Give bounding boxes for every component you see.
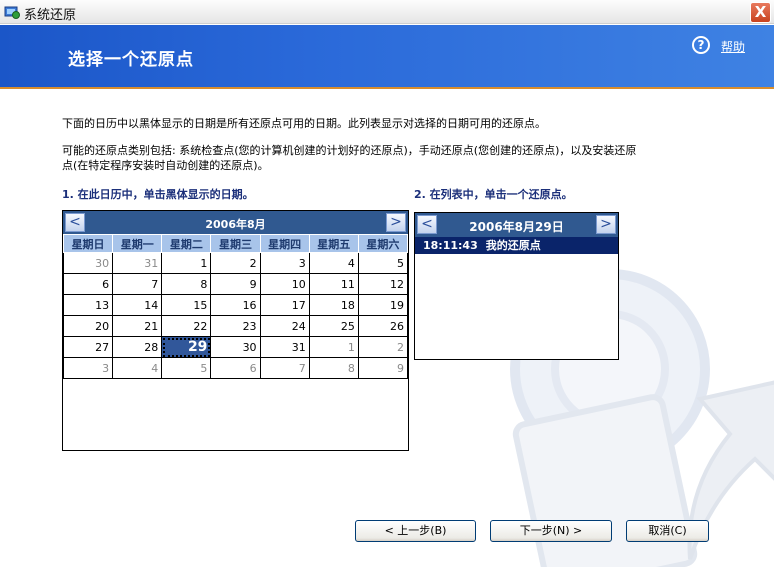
calendar-day[interactable]: 24 — [259, 315, 310, 337]
calendar-day-selected[interactable]: 29 — [161, 336, 212, 358]
calendar-day[interactable]: 1 — [308, 336, 359, 358]
calendar-day[interactable]: 5 — [161, 357, 212, 379]
calendar-day[interactable]: 22 — [161, 315, 212, 337]
calendar-day[interactable]: 30 — [62, 252, 114, 274]
calendar-day[interactable]: 4 — [112, 357, 163, 379]
calendar-day[interactable]: 6 — [210, 357, 261, 379]
intro-text: 下面的日历中以黑体显示的日期是所有还原点可用的日期。此列表显示对选择的日期可用的… — [62, 117, 546, 130]
window-title: 系统还原 — [24, 8, 77, 23]
weekday-header: 星期五 — [308, 234, 359, 253]
calendar-day[interactable]: 3 — [259, 252, 310, 274]
step1-label: 1. 在此日历中，单击黑体显示的日期。 — [62, 188, 254, 201]
calendar-day[interactable]: 25 — [308, 315, 359, 337]
title-bar: 系统还原 X — [0, 0, 774, 24]
calendar-week-row: 20 21 22 23 24 25 26 — [62, 315, 409, 337]
calendar-month-label: 2006年8月 — [205, 218, 266, 231]
calendar-next-month-button[interactable]: > — [386, 213, 406, 232]
calendar-day[interactable]: 23 — [210, 315, 261, 337]
calendar-week-row: 6 7 8 9 10 11 12 — [62, 273, 409, 295]
cancel-button[interactable]: 取消(C) — [626, 520, 709, 542]
calendar-day[interactable]: 4 — [308, 252, 359, 274]
weekday-header: 星期二 — [161, 234, 212, 253]
calendar-day[interactable]: 30 — [210, 336, 261, 358]
weekday-header: 星期一 — [112, 234, 163, 253]
calendar-day[interactable]: 18 — [308, 294, 359, 316]
calendar-week-row: 27 28 29 30 31 1 2 — [62, 336, 409, 358]
page-title: 选择一个还原点 — [68, 50, 194, 70]
calendar-day[interactable]: 8 — [308, 357, 359, 379]
calendar-day[interactable]: 7 — [259, 357, 310, 379]
next-button[interactable]: 下一步(N) > — [490, 520, 612, 542]
calendar-day[interactable]: 17 — [259, 294, 310, 316]
calendar-day[interactable]: 21 — [112, 315, 163, 337]
weekday-header: 星期四 — [259, 234, 310, 253]
close-button[interactable]: X — [750, 2, 771, 23]
calendar-day[interactable]: 1 — [161, 252, 212, 274]
calendar-day[interactable]: 31 — [259, 336, 310, 358]
restore-point-item[interactable]: 18:11:43 我的还原点 — [415, 237, 618, 254]
calendar-day[interactable]: 5 — [357, 252, 409, 274]
calendar-day[interactable]: 3 — [62, 357, 114, 379]
restore-point-name: 我的还原点 — [485, 239, 541, 252]
restore-point-list: < 2006年8月29日 > 18:11:43 我的还原点 — [414, 212, 619, 360]
restore-point-time: 18:11:43 — [423, 239, 478, 252]
calendar-day[interactable]: 9 — [357, 357, 409, 379]
system-restore-icon — [4, 6, 20, 19]
calendar-day[interactable]: 7 — [112, 273, 163, 295]
weekday-header: 星期三 — [210, 234, 261, 253]
help-icon[interactable]: ? — [692, 36, 710, 54]
calendar-day[interactable]: 10 — [259, 273, 310, 295]
calendar-day[interactable]: 9 — [210, 273, 261, 295]
calendar-week-row: 30 31 1 2 3 4 5 — [62, 252, 409, 274]
help-link[interactable]: 帮助 — [721, 38, 745, 55]
calendar-day[interactable]: 8 — [161, 273, 212, 295]
calendar-day[interactable]: 16 — [210, 294, 261, 316]
wizard-header: 选择一个还原点 ? 帮助 — [0, 25, 774, 87]
restore-list-date: 2006年8月29日 — [469, 220, 564, 234]
calendar-day[interactable]: 2 — [210, 252, 261, 274]
restore-types-text: 可能的还原点类别包括: 系统检查点(您的计算机创建的计划好的还原点)，手动还原点… — [62, 144, 637, 172]
restore-list-next-day-button[interactable]: > — [596, 215, 616, 234]
calendar-grid: 星期日 星期一 星期二 星期三 星期四 星期五 星期六 30 31 1 2 3 4 5 6 7 8 9 10 11 1… — [62, 234, 409, 379]
weekday-header: 星期日 — [62, 234, 114, 253]
calendar-week-row: 3456789 — [62, 357, 409, 379]
calendar-header: < 2006年8月 > — [63, 211, 408, 234]
wizard-body: 下面的日历中以黑体显示的日期是所有还原点可用的日期。此列表显示对选择的日期可用的… — [0, 89, 774, 567]
calendar-day[interactable]: 19 — [357, 294, 409, 316]
calendar-day[interactable]: 31 — [112, 252, 163, 274]
weekday-header: 星期六 — [357, 234, 409, 253]
calendar-day[interactable]: 2 — [357, 336, 409, 358]
calendar-day[interactable]: 6 — [62, 273, 114, 295]
calendar-day[interactable]: 14 — [112, 294, 163, 316]
calendar-week-row: 13 14 15 16 17 18 19 — [62, 294, 409, 316]
calendar-day[interactable]: 28 — [112, 336, 163, 358]
calendar-day[interactable]: 20 — [62, 315, 114, 337]
calendar: < 2006年8月 > 星期日 星期一 星期二 星期三 星期四 星期五 星期六 30 31 1 2… — [62, 210, 409, 451]
back-button[interactable]: < 上一步(B) — [355, 520, 476, 542]
step2-label: 2. 在列表中，单击一个还原点。 — [414, 188, 573, 201]
calendar-day[interactable]: 26 — [357, 315, 409, 337]
restore-list-header: < 2006年8月29日 > — [415, 213, 618, 237]
calendar-day[interactable]: 11 — [308, 273, 359, 295]
calendar-day[interactable]: 15 — [161, 294, 212, 316]
calendar-day[interactable]: 13 — [62, 294, 114, 316]
calendar-day[interactable]: 27 — [62, 336, 114, 358]
calendar-day[interactable]: 12 — [357, 273, 409, 295]
